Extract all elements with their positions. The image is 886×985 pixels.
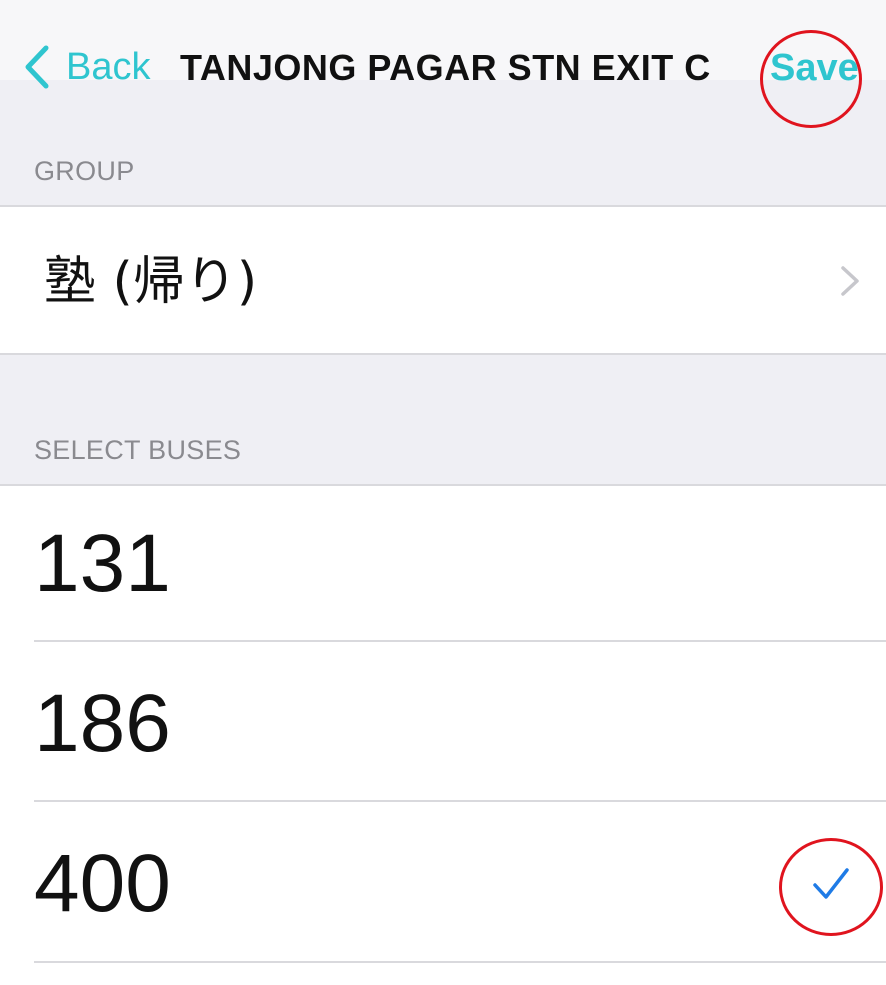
chevron-left-icon (25, 45, 49, 89)
divider (34, 640, 886, 642)
divider (34, 800, 886, 802)
group-value: 塾 (帰り) (44, 252, 258, 312)
divider (0, 353, 886, 355)
divider (34, 961, 886, 963)
bus-item-131[interactable]: 131 (34, 514, 171, 614)
checkmark-icon (813, 868, 849, 899)
save-button[interactable]: Save (770, 44, 859, 92)
back-button[interactable]: Back (18, 42, 150, 92)
section-header-buses: SELECT BUSES (34, 435, 242, 465)
chevron-right-icon (841, 266, 859, 296)
section-header-group: GROUP (34, 156, 135, 186)
back-label: Back (66, 46, 151, 88)
bus-item-400[interactable]: 400 (34, 834, 171, 934)
page-title: TANJONG PAGAR STN EXIT C (180, 47, 711, 88)
bus-item-186[interactable]: 186 (34, 674, 171, 774)
